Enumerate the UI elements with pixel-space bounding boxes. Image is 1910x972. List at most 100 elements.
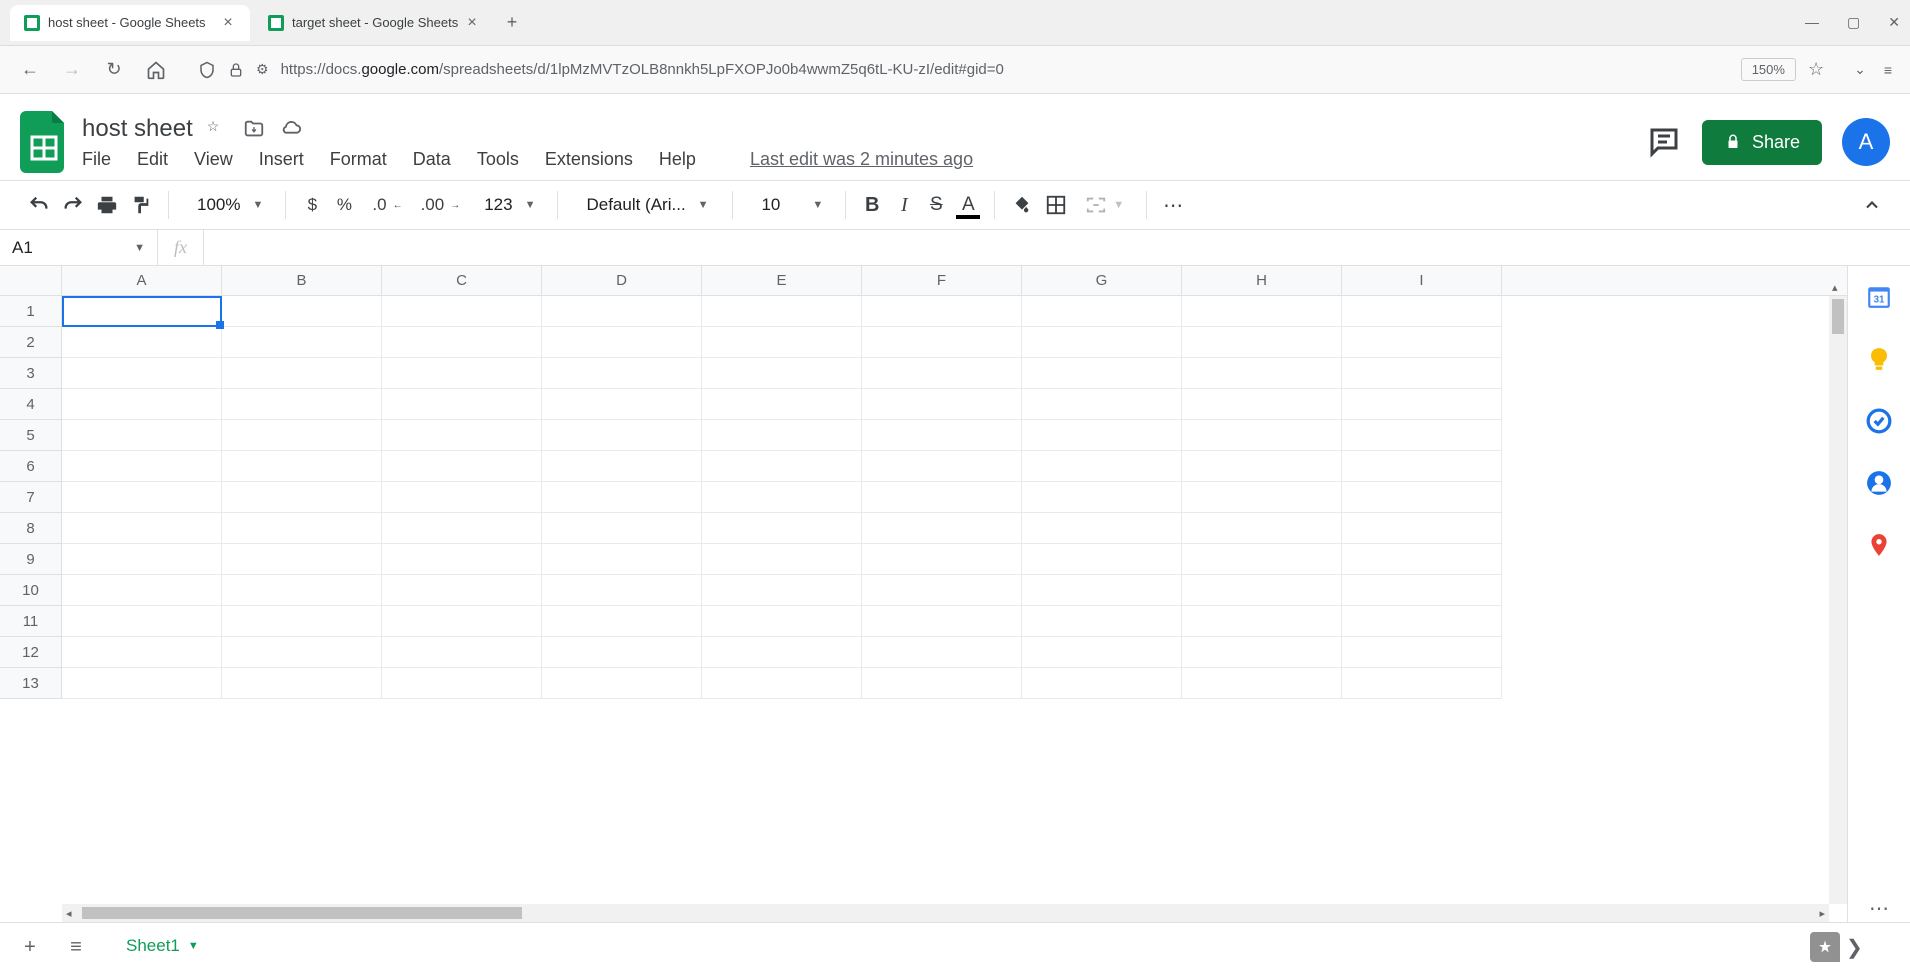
add-sheet-button[interactable]: +: [16, 934, 44, 962]
text-color-button[interactable]: A: [954, 189, 982, 221]
side-panel-toggle[interactable]: ❯: [1846, 935, 1874, 960]
cell[interactable]: [542, 482, 702, 513]
bookmark-star-icon[interactable]: ☆: [1808, 59, 1824, 80]
cell[interactable]: [62, 451, 222, 482]
cell[interactable]: [702, 358, 862, 389]
row-header[interactable]: 10: [0, 575, 61, 606]
cell[interactable]: [222, 358, 382, 389]
collapse-toolbar-button[interactable]: [1858, 189, 1886, 221]
move-icon[interactable]: [243, 118, 265, 140]
cell[interactable]: [1022, 358, 1182, 389]
share-button[interactable]: Share: [1702, 120, 1822, 165]
keep-icon[interactable]: [1866, 346, 1892, 372]
tasks-icon[interactable]: [1866, 408, 1892, 434]
cells[interactable]: [62, 296, 1502, 699]
row-header[interactable]: 2: [0, 327, 61, 358]
cell[interactable]: [862, 637, 1022, 668]
cell[interactable]: [222, 544, 382, 575]
cell[interactable]: [1022, 513, 1182, 544]
row-header[interactable]: 9: [0, 544, 61, 575]
more-button[interactable]: ⋯: [1159, 189, 1189, 221]
cell[interactable]: [1022, 544, 1182, 575]
minimize-icon[interactable]: —: [1805, 14, 1819, 31]
cell[interactable]: [542, 327, 702, 358]
menu-view[interactable]: View: [194, 149, 233, 170]
borders-button[interactable]: [1041, 189, 1071, 221]
url-bar[interactable]: ⚙ https://docs.google.com/spreadsheets/d…: [186, 58, 1836, 81]
all-sheets-button[interactable]: ≡: [62, 934, 90, 962]
cell[interactable]: [382, 327, 542, 358]
cell[interactable]: [1022, 668, 1182, 699]
number-format-dropdown[interactable]: 123▼: [468, 195, 545, 215]
cell[interactable]: [1342, 451, 1502, 482]
cell[interactable]: [222, 327, 382, 358]
cell[interactable]: [222, 389, 382, 420]
cell[interactable]: [1022, 389, 1182, 420]
row-header[interactable]: 6: [0, 451, 61, 482]
cell[interactable]: [542, 420, 702, 451]
cell[interactable]: [1342, 575, 1502, 606]
cell[interactable]: [1342, 544, 1502, 575]
row-header[interactable]: 12: [0, 637, 61, 668]
cell[interactable]: [1182, 637, 1342, 668]
cell[interactable]: [1342, 637, 1502, 668]
cell[interactable]: [62, 606, 222, 637]
cell[interactable]: [382, 513, 542, 544]
cell[interactable]: [702, 420, 862, 451]
calendar-icon[interactable]: 31: [1866, 284, 1892, 310]
menu-tools[interactable]: Tools: [477, 149, 519, 170]
maximize-icon[interactable]: ▢: [1847, 14, 1860, 31]
hamburger-menu-icon[interactable]: ≡: [1884, 62, 1892, 78]
browser-tab-target[interactable]: target sheet - Google Sheets ×: [254, 5, 494, 41]
cell[interactable]: [62, 389, 222, 420]
doc-title[interactable]: host sheet: [82, 115, 193, 143]
cell[interactable]: [862, 451, 1022, 482]
cell[interactable]: [1342, 296, 1502, 327]
column-header[interactable]: D: [542, 266, 702, 295]
cell[interactable]: [62, 575, 222, 606]
explore-button[interactable]: [1810, 932, 1840, 962]
cell[interactable]: [382, 482, 542, 513]
cell[interactable]: [702, 327, 862, 358]
cell[interactable]: [222, 637, 382, 668]
row-header[interactable]: 5: [0, 420, 61, 451]
cell[interactable]: [222, 606, 382, 637]
home-button[interactable]: [144, 58, 168, 82]
cell[interactable]: [1182, 420, 1342, 451]
cell[interactable]: [1182, 668, 1342, 699]
cell[interactable]: [702, 637, 862, 668]
cell[interactable]: [382, 451, 542, 482]
menu-extensions[interactable]: Extensions: [545, 149, 633, 170]
spreadsheet-grid[interactable]: A B C D E F G H I 1 2 3 4 5 6 7 8: [0, 266, 1847, 922]
percent-button[interactable]: %: [330, 189, 358, 221]
font-dropdown[interactable]: Default (Ari...▼: [570, 195, 720, 215]
menu-insert[interactable]: Insert: [259, 149, 304, 170]
cell[interactable]: [222, 668, 382, 699]
cell[interactable]: [1022, 420, 1182, 451]
decrease-decimal-button[interactable]: .0←: [362, 189, 406, 221]
cell[interactable]: [1182, 482, 1342, 513]
cell[interactable]: [862, 482, 1022, 513]
bold-button[interactable]: B: [858, 189, 886, 221]
contacts-icon[interactable]: [1866, 470, 1892, 496]
cell[interactable]: [1342, 389, 1502, 420]
close-window-icon[interactable]: ✕: [1888, 14, 1900, 31]
cell[interactable]: [62, 327, 222, 358]
row-header[interactable]: 4: [0, 389, 61, 420]
column-header[interactable]: A: [62, 266, 222, 295]
star-icon[interactable]: ☆: [207, 118, 229, 140]
sheet-tab[interactable]: Sheet1 ▼: [108, 926, 217, 969]
menu-edit[interactable]: Edit: [137, 149, 168, 170]
cell[interactable]: [542, 575, 702, 606]
cell[interactable]: [542, 451, 702, 482]
cell[interactable]: [222, 420, 382, 451]
cell[interactable]: [222, 482, 382, 513]
zoom-dropdown[interactable]: 100%▼: [181, 195, 273, 215]
cell[interactable]: [702, 389, 862, 420]
chevron-down-icon[interactable]: ▼: [188, 940, 199, 952]
cell[interactable]: [1022, 327, 1182, 358]
cell[interactable]: [702, 668, 862, 699]
close-tab-icon[interactable]: ×: [464, 15, 480, 31]
cell[interactable]: [1342, 606, 1502, 637]
cell[interactable]: [542, 389, 702, 420]
